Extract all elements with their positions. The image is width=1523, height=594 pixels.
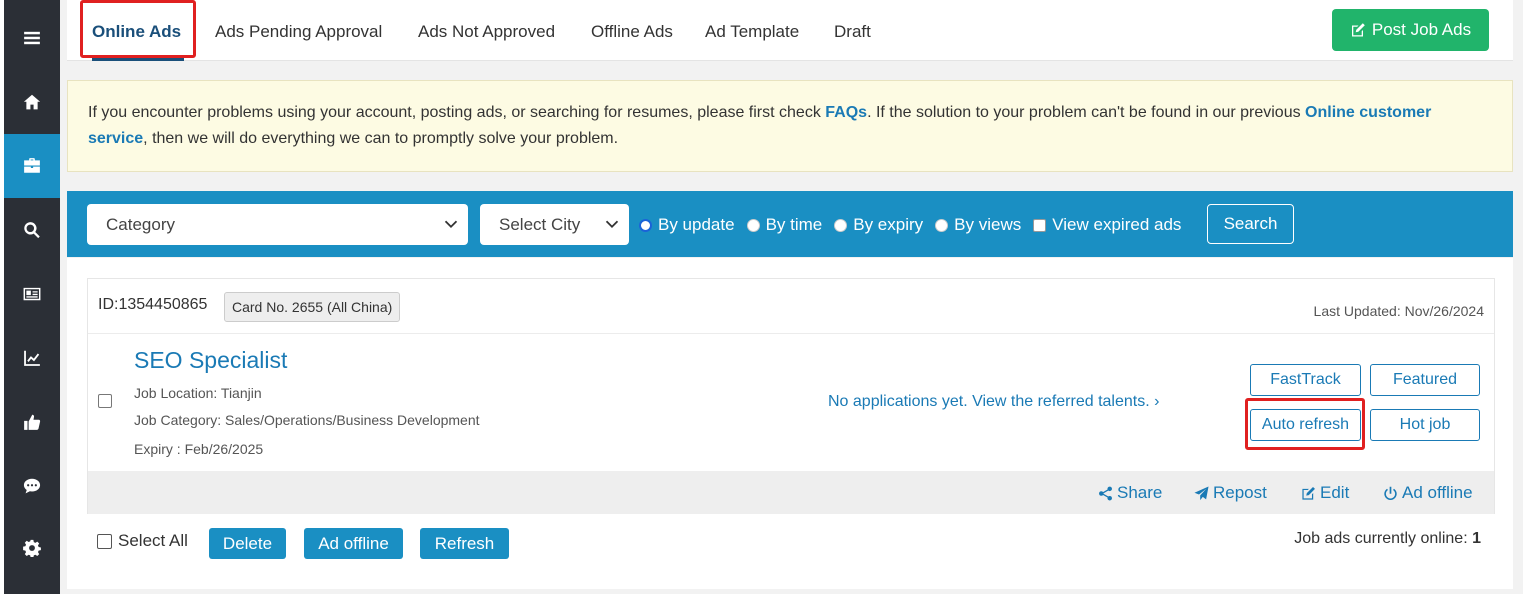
hot-job-button[interactable]: Hot job [1370,409,1480,441]
share-link[interactable]: Share [1098,483,1162,503]
sidebar-item-messages[interactable] [4,454,60,518]
job-category: Job Category: Sales/Operations/Business … [134,412,480,428]
job-location: Job Location: Tianjin [134,385,262,401]
sort-by-time[interactable]: By time [746,215,823,235]
briefcase-icon [24,158,40,173]
online-count: Job ads currently online: 1 [1294,530,1481,548]
city-select[interactable]: Select City [480,204,629,245]
post-job-ads-label: Post Job Ads [1371,20,1472,39]
sidebar-item-resumes[interactable] [4,262,60,326]
job-card-footer: Share Repost Edit Ad offline [88,471,1494,514]
sidebar-item-search[interactable] [4,198,60,262]
bulk-ad-offline-button[interactable]: Ad offline [304,528,403,559]
thumbs-up-icon [24,414,41,430]
notice-text-2: . If the solution to your problem can't … [867,104,1306,121]
view-expired-label: View expired ads [1052,215,1182,234]
power-icon [1384,486,1397,500]
job-card: ID:1354450865 Card No. 2655 (All China) … [87,278,1495,514]
online-count-label: Job ads currently online: [1294,530,1473,547]
sidebar-item-statistics[interactable] [4,326,60,390]
tab-ad-template[interactable]: Ad Template [705,0,799,61]
fasttrack-button[interactable]: FastTrack [1250,364,1361,396]
sort-by-views-label: By views [954,215,1022,234]
last-updated: Last Updated: Nov/26/2024 [1313,303,1484,319]
bulk-actions-bar: Select All Delete Ad offline Refresh Job… [97,528,1487,559]
view-expired-checkbox[interactable] [1033,218,1047,232]
tab-offline-ads[interactable]: Offline Ads [591,0,673,61]
chevron-down-icon [605,220,619,228]
job-expiry: Expiry : Feb/26/2025 [134,441,264,457]
select-all-checkbox[interactable] [97,533,112,549]
gear-icon [23,539,41,557]
job-select-checkbox[interactable] [98,394,112,408]
sidebar-item-jobs[interactable] [4,134,60,198]
sort-by-expiry[interactable]: By expiry [834,215,923,235]
filter-bar: Category Select City By update By time B… [67,191,1513,257]
sidebar-item-settings[interactable] [4,516,60,580]
job-card-header: ID:1354450865 Card No. 2655 (All China) … [88,279,1494,334]
help-notice: If you encounter problems using your acc… [67,80,1513,172]
share-icon [1099,486,1112,500]
faq-link[interactable]: FAQs [825,104,867,121]
view-expired-ads[interactable]: View expired ads [1033,215,1181,235]
job-list-panel: ID:1354450865 Card No. 2655 (All China) … [67,258,1513,589]
category-select[interactable]: Category [87,204,468,245]
radio-selected[interactable] [639,218,652,232]
notice-text-1: If you encounter problems using your acc… [88,104,826,121]
tab-bar: Online Ads Ads Pending Approval Ads Not … [67,0,1513,61]
send-icon [1194,485,1209,500]
sort-by-views[interactable]: By views [935,215,1021,235]
id-card-icon [23,287,41,301]
featured-button[interactable]: Featured [1370,364,1480,396]
sort-options: By update By time By expiry By views Vie… [639,215,1193,235]
post-job-ads-button[interactable]: Post Job Ads [1332,9,1489,51]
edit-icon [1302,486,1315,500]
job-title-link[interactable]: SEO Specialist [134,347,287,374]
radio[interactable] [834,218,848,232]
repost-link[interactable]: Repost [1194,483,1267,503]
sort-by-expiry-label: By expiry [853,215,924,234]
search-icon [24,222,40,239]
menu-icon [24,31,40,45]
home-icon [23,94,41,110]
sidebar-item-recommend[interactable] [4,390,60,454]
search-button[interactable]: Search [1207,204,1294,244]
sidebar [4,0,60,594]
chart-line-icon [24,350,40,366]
radio[interactable] [746,218,760,232]
chevron-down-icon [444,220,458,228]
notice-text-3: , then we will do everything we can to p… [143,130,619,147]
repost-label: Repost [1213,483,1267,502]
tab-ads-not-approved[interactable]: Ads Not Approved [418,0,555,61]
tab-draft[interactable]: Draft [834,0,871,61]
ad-offline-label: Ad offline [1402,483,1473,502]
job-id: ID:1354450865 [98,296,208,313]
edit-icon [1351,23,1365,37]
ad-offline-link[interactable]: Ad offline [1383,483,1473,503]
refresh-button[interactable]: Refresh [420,528,509,559]
edit-link[interactable]: Edit [1301,483,1349,503]
online-count-value: 1 [1472,530,1481,547]
sort-by-update[interactable]: By update [639,215,735,235]
sort-by-time-label: By time [765,215,823,234]
card-number-badge: Card No. 2655 (All China) [224,292,401,322]
auto-refresh-button[interactable]: Auto refresh [1250,409,1361,441]
active-tab-indicator [92,58,184,61]
chat-icon [23,478,41,494]
delete-button[interactable]: Delete [209,528,286,559]
select-all[interactable]: Select All [97,531,188,551]
select-all-label: Select All [118,531,188,550]
view-referred-talents-link[interactable]: No applications yet. View the referred t… [828,393,1159,411]
city-select-value: Select City [499,215,581,234]
share-label: Share [1117,483,1163,502]
category-select-value: Category [106,215,175,234]
sort-by-update-label: By update [658,215,735,234]
edit-label: Edit [1320,483,1350,502]
sidebar-item-home[interactable] [4,70,60,134]
radio[interactable] [935,218,949,232]
tab-ads-pending-approval[interactable]: Ads Pending Approval [215,0,382,61]
sidebar-menu-toggle[interactable] [4,6,60,70]
tab-online-ads[interactable]: Online Ads [92,0,181,61]
